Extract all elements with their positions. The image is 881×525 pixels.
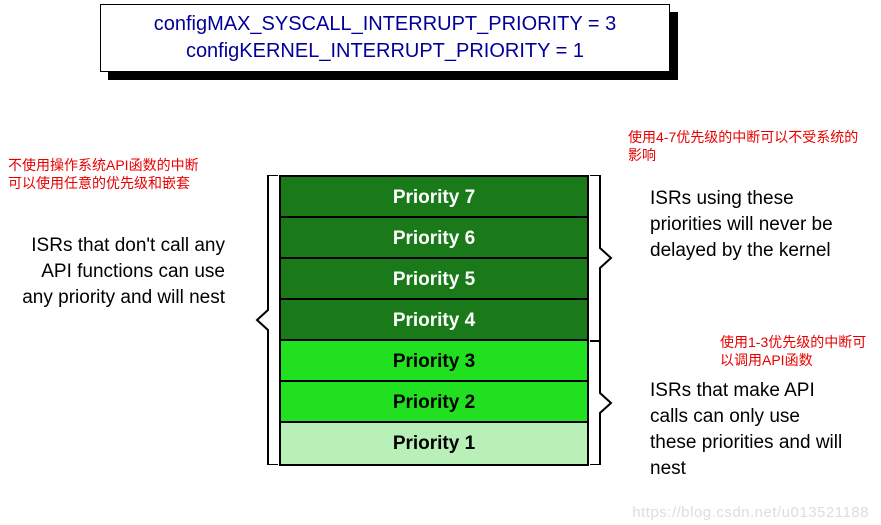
bracket-right-bottom — [589, 341, 643, 465]
priority-row-4: Priority 4 — [281, 300, 587, 341]
priority-row-5: Priority 5 — [281, 259, 587, 300]
label-right-bottom: ISRs that make API calls can only use th… — [650, 378, 850, 482]
annotation-right-top-red: 使用4-7优先级的中断可以不受系统的影响 — [628, 128, 868, 164]
bracket-left — [225, 175, 279, 465]
config-box-inner: configMAX_SYSCALL_INTERRUPT_PRIORITY = 3… — [100, 4, 670, 72]
priority-row-6: Priority 6 — [281, 218, 587, 259]
config-line-kernel: configKERNEL_INTERRUPT_PRIORITY = 1 — [101, 38, 669, 65]
watermark: https://blog.csdn.net/u013521188 — [632, 504, 869, 521]
config-box: configMAX_SYSCALL_INTERRUPT_PRIORITY = 3… — [100, 4, 670, 72]
annotation-left-red: 不使用操作系统API函数的中断可以使用任意的优先级和嵌套 — [8, 156, 208, 192]
annotation-right-bottom-red: 使用1-3优先级的中断可以调用API函数 — [720, 333, 875, 369]
label-right-top: ISRs using these priorities will never b… — [650, 186, 850, 264]
priority-row-2: Priority 2 — [281, 382, 587, 423]
config-line-syscall: configMAX_SYSCALL_INTERRUPT_PRIORITY = 3 — [101, 11, 669, 38]
priority-row-3: Priority 3 — [281, 341, 587, 382]
priority-row-7: Priority 7 — [281, 177, 587, 218]
priority-stack: Priority 7 Priority 6 Priority 5 Priorit… — [279, 175, 589, 466]
bracket-right-top — [589, 175, 643, 341]
priority-row-1: Priority 1 — [281, 423, 587, 464]
label-left: ISRs that don't call any API functions c… — [10, 233, 225, 311]
